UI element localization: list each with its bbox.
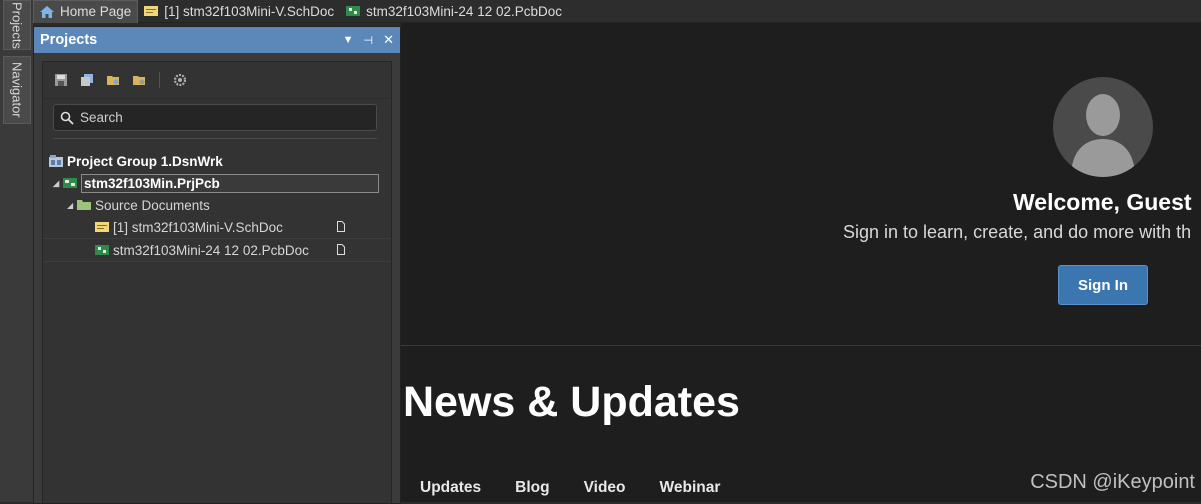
panel-title: Projects xyxy=(40,32,98,48)
home-icon xyxy=(40,5,54,18)
side-tab-projects-label: Projects xyxy=(9,1,25,49)
search-input[interactable]: Search xyxy=(53,104,377,131)
folder-settings-icon[interactable] xyxy=(133,74,145,86)
gear-icon[interactable] xyxy=(174,74,186,86)
news-tab-blog[interactable]: Blog xyxy=(515,479,549,497)
search-placeholder: Search xyxy=(80,110,123,125)
divider xyxy=(53,138,377,139)
schematic-doc-icon xyxy=(144,6,159,16)
projects-toolbar xyxy=(43,62,391,99)
panel-close-icon[interactable]: ✕ xyxy=(383,32,394,48)
tree-item-label: stm32f103Mini-24 12 02.PcbDoc xyxy=(113,242,309,258)
side-tab-navigator[interactable]: Navigator xyxy=(3,56,31,124)
news-tab-webinar[interactable]: Webinar xyxy=(660,479,721,497)
save-all-icon[interactable] xyxy=(81,74,93,86)
side-tab-navigator-label: Navigator xyxy=(9,62,25,118)
tree-item-project[interactable]: ◢ stm32f103Min.PrjPcb xyxy=(43,172,391,194)
pcb-doc-icon xyxy=(346,6,361,16)
tree-item-pcbdoc[interactable]: stm32f103Mini-24 12 02.PcbDoc xyxy=(43,239,391,262)
tab-pcbdoc[interactable]: stm32f103Mini-24 12 02.PcbDoc xyxy=(340,0,568,22)
workspace-icon xyxy=(49,155,63,167)
tree-item-source-documents[interactable]: ◢ Source Documents xyxy=(43,194,391,216)
news-tabs: Updates Blog Video Webinar xyxy=(420,479,754,497)
welcome-heading: Welcome, Guest xyxy=(1013,189,1192,215)
sign-in-button[interactable]: Sign In xyxy=(1058,265,1148,305)
tree-item-project-group[interactable]: Project Group 1.DsnWrk xyxy=(43,150,391,172)
tree-item-label: Project Group 1.DsnWrk xyxy=(67,153,223,169)
search-icon xyxy=(60,111,74,125)
divider xyxy=(401,345,1201,346)
document-page-icon xyxy=(337,244,345,255)
tree-item-label: Source Documents xyxy=(95,197,210,213)
avatar xyxy=(1053,77,1153,177)
panel-menu-icon[interactable]: ▼ xyxy=(343,34,354,46)
project-tree: Project Group 1.DsnWrk ◢ stm32f103Min.Pr… xyxy=(43,150,391,262)
tab-home-page-label: Home Page xyxy=(60,4,132,19)
pcb-project-icon xyxy=(63,178,77,188)
watermark: CSDN @iKeypoint xyxy=(1030,471,1195,493)
document-page-icon xyxy=(337,221,345,232)
schematic-doc-icon xyxy=(95,222,109,232)
welcome-subtitle: Sign in to learn, create, and do more wi… xyxy=(843,222,1192,242)
projects-panel: Projects ▼ ⊣ ✕ Search Project Group 1.Ds… xyxy=(33,26,401,504)
open-folder-icon[interactable] xyxy=(107,74,119,86)
tab-schdoc[interactable]: [1] stm32f103Mini-V.SchDoc xyxy=(138,0,340,22)
user-silhouette-icon xyxy=(1071,94,1135,177)
save-icon[interactable] xyxy=(55,74,67,86)
tree-item-schdoc[interactable]: [1] stm32f103Mini-V.SchDoc xyxy=(43,216,391,239)
toolbar-separator xyxy=(159,72,160,88)
tree-item-label: stm32f103Min.PrjPcb xyxy=(81,173,379,193)
side-tab-projects[interactable]: Projects xyxy=(3,0,31,50)
projects-panel-header: Projects ▼ ⊣ ✕ xyxy=(34,27,400,53)
tab-pcbdoc-label: stm32f103Mini-24 12 02.PcbDoc xyxy=(366,3,562,19)
news-tab-video[interactable]: Video xyxy=(584,479,626,497)
projects-panel-body: Search Project Group 1.DsnWrk ◢ stm32f10… xyxy=(42,61,392,503)
tab-schdoc-label: [1] stm32f103Mini-V.SchDoc xyxy=(164,3,335,19)
folder-icon xyxy=(77,200,91,210)
news-tab-updates[interactable]: Updates xyxy=(420,479,481,497)
expand-arrow-icon[interactable]: ◢ xyxy=(67,201,77,210)
tree-item-label: [1] stm32f103Mini-V.SchDoc xyxy=(113,219,283,235)
news-heading: News & Updates xyxy=(403,378,740,426)
tab-home-page[interactable]: Home Page xyxy=(33,0,139,23)
home-page-content: Welcome, Guest Sign in to learn, create,… xyxy=(401,23,1201,502)
side-panel-strip: Projects Navigator xyxy=(0,0,34,502)
expand-arrow-icon[interactable]: ◢ xyxy=(53,179,63,188)
panel-pin-icon[interactable]: ⊣ xyxy=(364,34,374,47)
pcb-doc-icon xyxy=(95,245,109,255)
document-tab-bar: Home Page [1] stm32f103Mini-V.SchDoc stm… xyxy=(33,0,1201,23)
